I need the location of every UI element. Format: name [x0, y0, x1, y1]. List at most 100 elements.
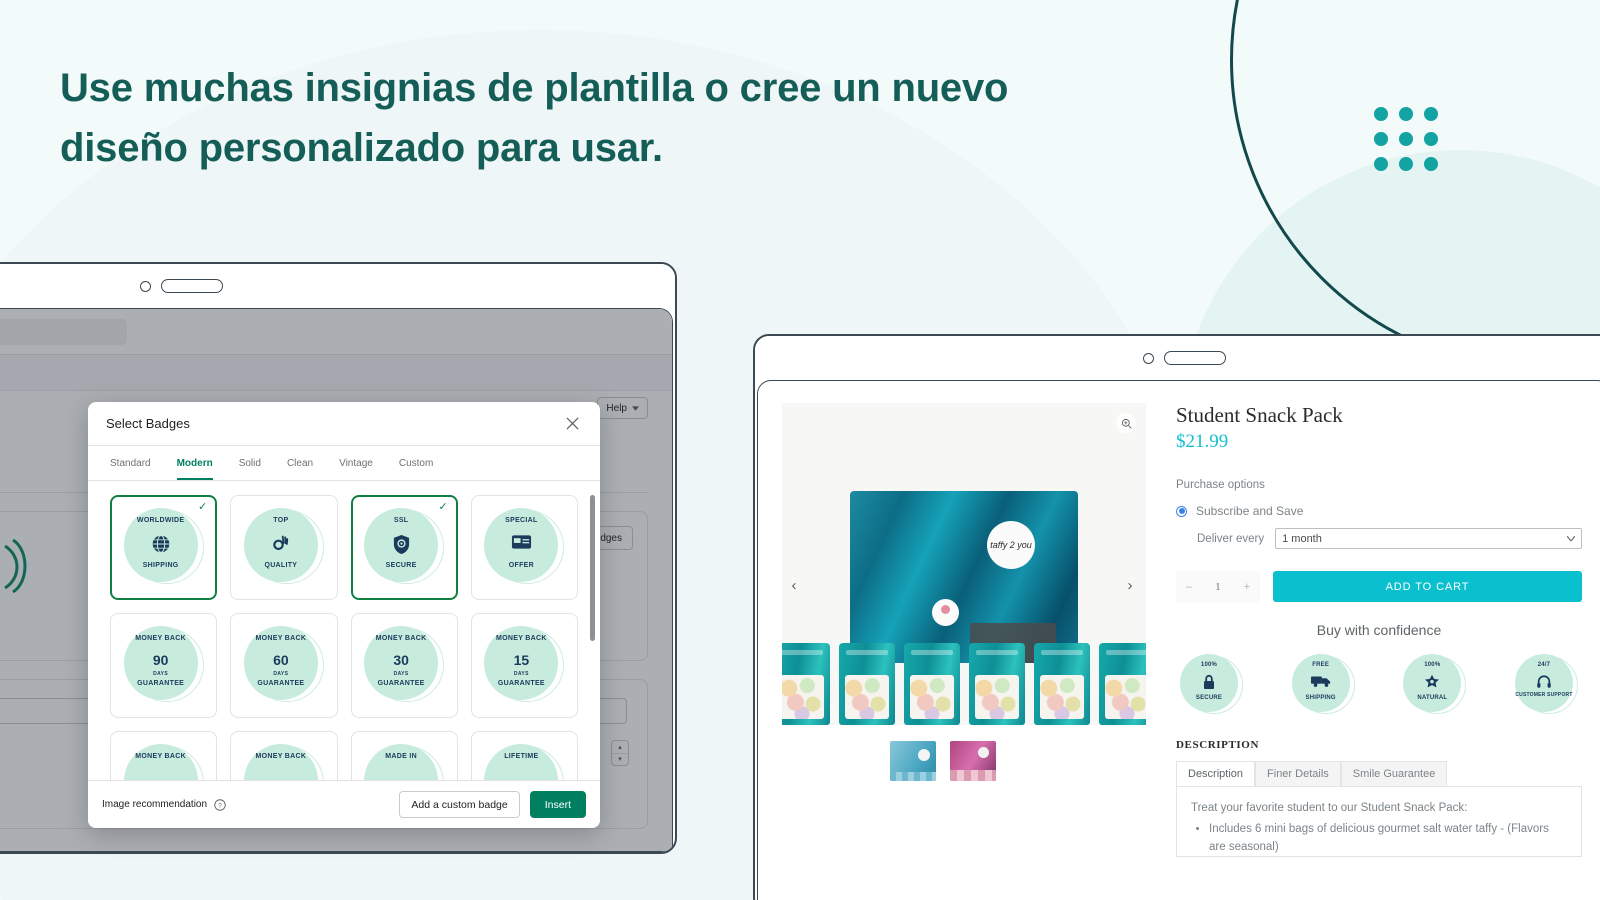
badge-top-text: SPECIAL — [505, 516, 538, 524]
quantity-increase[interactable]: + — [1244, 581, 1250, 593]
badge-top-text: MONEY BACK — [135, 752, 186, 760]
secondary-sticker — [932, 599, 959, 626]
badge-card[interactable]: MONEY BACK 30 DAYS GUARANTEE — [350, 613, 458, 718]
lock-icon — [1180, 674, 1238, 695]
description-bullet: Includes 6 mini bags of delicious gourme… — [1209, 821, 1567, 857]
trust-badge-support: 24/7 CUSTOMER SUPPORT — [1514, 654, 1578, 717]
taffy-bag — [969, 643, 1025, 725]
taffy-bag-row — [782, 643, 1146, 725]
product-pouch — [850, 491, 1078, 663]
badge-card[interactable]: MONEY BACK 90 DAYS GUARANTEE — [110, 613, 218, 718]
deliver-every-label: Deliver every — [1197, 532, 1265, 545]
badge-number: 60 — [273, 651, 289, 668]
image-recommendation-label: Image recommendation — [102, 799, 208, 810]
gallery-next-arrow[interactable]: › — [1120, 575, 1140, 595]
badge-grid-scroll-area[interactable]: ✓ WORLDWIDE SHIPPING TOP QUALITY ✓ SSL S… — [88, 481, 600, 780]
taffy-bag — [782, 643, 830, 725]
badge-seal: MONEY BACK — [243, 743, 324, 780]
badge-card[interactable]: ✓ SSL SECURE — [350, 495, 458, 600]
insert-button[interactable]: Insert — [529, 791, 586, 818]
gallery-prev-arrow[interactable]: ‹ — [784, 575, 804, 595]
thumbnail[interactable] — [890, 741, 936, 781]
badge-top-text: MONEY BACK — [375, 634, 427, 642]
badge-card[interactable]: ✓ WORLDWIDE SHIPPING — [110, 495, 218, 600]
modal-footer-actions: Add a custom badge Insert — [399, 791, 586, 818]
description-body: Treat your favorite student to our Stude… — [1176, 786, 1582, 858]
thumbnail[interactable] — [950, 741, 996, 781]
product-title: Student Snack Pack — [1176, 403, 1343, 427]
trust-top-text: 100% — [1424, 662, 1441, 668]
page-headline: Use muchas insignias de plantilla o cree… — [60, 66, 1009, 170]
add-to-cart-button[interactable]: ADD TO CART — [1273, 571, 1582, 602]
badge-top-text: MONEY BACK — [496, 634, 547, 642]
badge-days: 90 DAYS — [124, 652, 198, 677]
product-image[interactable]: taffy 2 you ‹ › — [782, 403, 1146, 725]
badge-card[interactable]: MONEY BACK 15 DAYS GUARANTEE — [470, 613, 578, 718]
badge-grid: ✓ WORLDWIDE SHIPPING TOP QUALITY ✓ SSL S… — [110, 495, 578, 780]
description-intro: Treat your favorite student to our Stude… — [1191, 802, 1468, 814]
badge-bottom-text: OFFER — [508, 561, 534, 569]
badge-card[interactable]: MADE IN — [350, 731, 458, 780]
quantity-stepper[interactable]: – 1 + — [1176, 571, 1260, 602]
badge-top-text: SSL — [393, 516, 409, 524]
question-circle-icon[interactable]: ? — [214, 798, 226, 811]
tab-finer-details[interactable]: Finer Details — [1255, 761, 1341, 786]
image-recommendation: Image recommendation ? — [102, 798, 226, 811]
truck-icon — [1292, 674, 1350, 693]
badge-seal: SSL SECURE — [364, 507, 445, 588]
subscribe-radio[interactable] — [1176, 505, 1187, 517]
badge-seal: TOP QUALITY — [243, 507, 324, 588]
device-top-bar — [0, 264, 675, 308]
modal-scrollbar[interactable] — [590, 495, 595, 641]
buy-with-confidence-heading: Buy with confidence — [1316, 622, 1442, 638]
badge-seal: WORLDWIDE SHIPPING — [123, 507, 204, 588]
taffy-bag — [1034, 643, 1090, 725]
tab-standard[interactable]: Standard — [110, 458, 151, 480]
subscribe-option[interactable]: Subscribe and Save — [1176, 504, 1582, 518]
product-gallery-column: taffy 2 you ‹ › — [758, 381, 1150, 900]
badge-card[interactable]: MONEY BACK 60 DAYS GUARANTEE — [230, 613, 338, 718]
tab-custom[interactable]: Custom — [399, 458, 433, 480]
subscribe-label: Subscribe and Save — [1196, 504, 1304, 518]
badge-seal: MONEY BACK 15 DAYS GUARANTEE — [484, 625, 565, 706]
quantity-decrease[interactable]: – — [1186, 581, 1192, 593]
globe-icon — [124, 534, 198, 559]
cart-actions: – 1 + ADD TO CART — [1176, 571, 1582, 602]
deliver-frequency-select[interactable]: 1 month — [1275, 528, 1582, 549]
tab-clean[interactable]: Clean — [287, 458, 313, 480]
trust-badge-natural: 100% NATURAL — [1403, 654, 1467, 717]
trust-bottom-text: SHIPPING — [1305, 695, 1336, 701]
thumbnail-strip — [782, 741, 1150, 781]
trust-badge-shipping: FREE SHIPPING — [1291, 654, 1355, 717]
add-custom-badge-button[interactable]: Add a custom badge — [399, 791, 520, 818]
badge-card[interactable]: MONEY BACK — [230, 731, 338, 780]
modal-title: Select Badges — [106, 416, 190, 431]
badge-seal: SPECIAL OFFER — [484, 507, 565, 588]
badge-card[interactable]: TOP QUALITY — [230, 495, 338, 600]
badge-seal: LIFETIME — [484, 743, 565, 780]
badge-bottom-text: GUARANTEE — [137, 679, 185, 687]
zoom-in-icon[interactable] — [1116, 413, 1136, 433]
badge-card[interactable]: SPECIAL OFFER — [470, 495, 578, 600]
description-tab-bar: Description Finer Details Smile Guarante… — [1176, 761, 1582, 786]
trust-top-text: 24/7 — [1537, 662, 1551, 668]
badge-number: 90 — [152, 651, 169, 668]
shield-icon — [364, 534, 438, 560]
camera-icon — [1142, 352, 1154, 364]
tab-modern[interactable]: Modern — [176, 458, 213, 480]
badge-seal: MADE IN — [364, 743, 445, 780]
badge-top-text: MONEY BACK — [255, 634, 307, 642]
product-info-column: Student Snack Pack $21.99 Purchase optio… — [1150, 381, 1600, 900]
close-icon[interactable] — [563, 414, 582, 433]
tab-smile-guarantee[interactable]: Smile Guarantee — [1340, 761, 1448, 786]
tab-description[interactable]: Description — [1176, 761, 1256, 786]
deliver-frequency-value: 1 month — [1282, 532, 1322, 545]
tab-vintage[interactable]: Vintage — [339, 458, 373, 480]
svg-text:?: ? — [218, 802, 222, 809]
badge-bottom-text: QUALITY — [264, 561, 298, 569]
dot-grid-decoration — [1374, 107, 1438, 171]
tab-solid[interactable]: Solid — [239, 458, 261, 480]
device-top-bar — [755, 336, 1600, 380]
badge-card[interactable]: MONEY BACK — [110, 731, 218, 780]
badge-card[interactable]: LIFETIME — [470, 731, 578, 780]
